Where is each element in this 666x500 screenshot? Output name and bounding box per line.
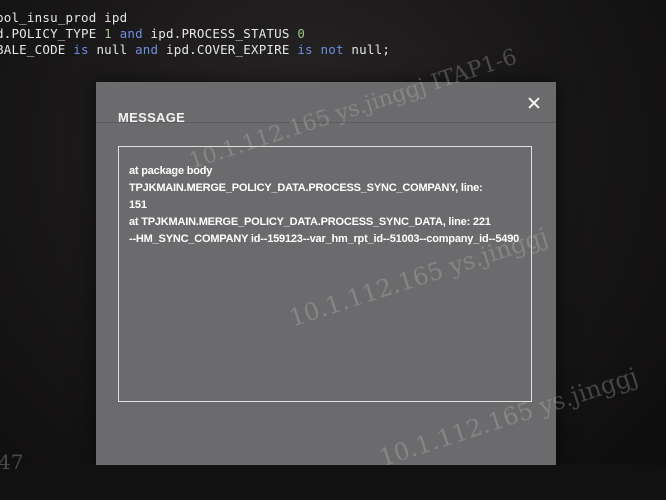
dialog-header: MESSAGE <box>96 82 556 125</box>
dialog-title: MESSAGE <box>118 110 186 125</box>
code-line: pol_insu_prod ipd <box>0 10 128 25</box>
watermark-edge: 47 <box>0 450 24 474</box>
message-textarea[interactable]: at package body TPJKMAIN.MERGE_POLICY_DA… <box>118 146 532 402</box>
close-icon[interactable] <box>524 94 544 114</box>
code-line: d.POLICY_TYPE 1 and ipd.PROCESS_STATUS 0 <box>0 26 306 41</box>
screen-bezel <box>0 465 666 500</box>
message-dialog: MESSAGE at package body TPJKMAIN.MERGE_P… <box>96 82 556 465</box>
message-text: at package body TPJKMAIN.MERGE_POLICY_DA… <box>129 165 520 245</box>
code-line: BALE_CODE is null and ipd.COVER_EXPIRE i… <box>0 42 391 57</box>
